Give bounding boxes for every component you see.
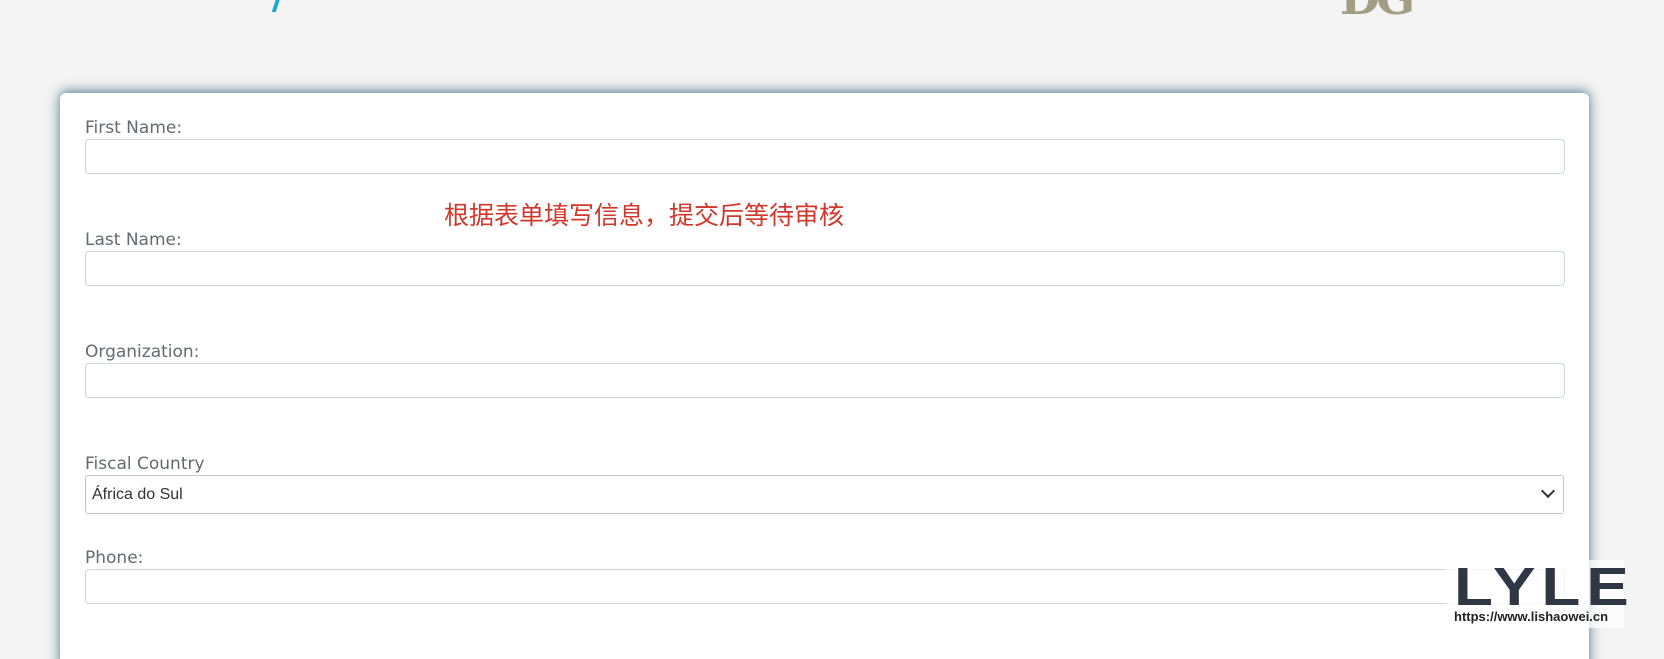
lyle-logo: LYLE xyxy=(1454,557,1635,617)
fiscal-country-select[interactable]: África do Sul xyxy=(85,475,1564,514)
watermark-url: https://www.lishaowei.cn xyxy=(1454,609,1609,624)
registration-page: DG First Name: 根据表单填写信息，提交后等待审核 Last Nam… xyxy=(0,0,1664,659)
organization-label: Organization: xyxy=(85,342,200,362)
organization-field[interactable] xyxy=(85,363,1565,398)
last-name-label: Last Name: xyxy=(85,230,182,250)
first-name-label: First Name: xyxy=(85,118,183,138)
fiscal-country-selected-value: África do Sul xyxy=(92,486,183,503)
form-instruction-text: 根据表单填写信息，提交后等待审核 xyxy=(444,201,845,230)
lyle-watermark: LYLE https://www.lishaowei.cn xyxy=(1446,558,1629,628)
site-logo-fragment xyxy=(257,0,285,12)
last-name-field[interactable] xyxy=(85,251,1565,286)
fiscal-country-label: Fiscal Country xyxy=(85,454,205,474)
first-name-field[interactable] xyxy=(85,139,1565,174)
partner-logo-fragment: DG xyxy=(1340,0,1415,22)
phone-label: Phone: xyxy=(85,548,144,568)
phone-field[interactable] xyxy=(85,569,1565,604)
chevron-down-icon[interactable] xyxy=(1540,483,1556,499)
